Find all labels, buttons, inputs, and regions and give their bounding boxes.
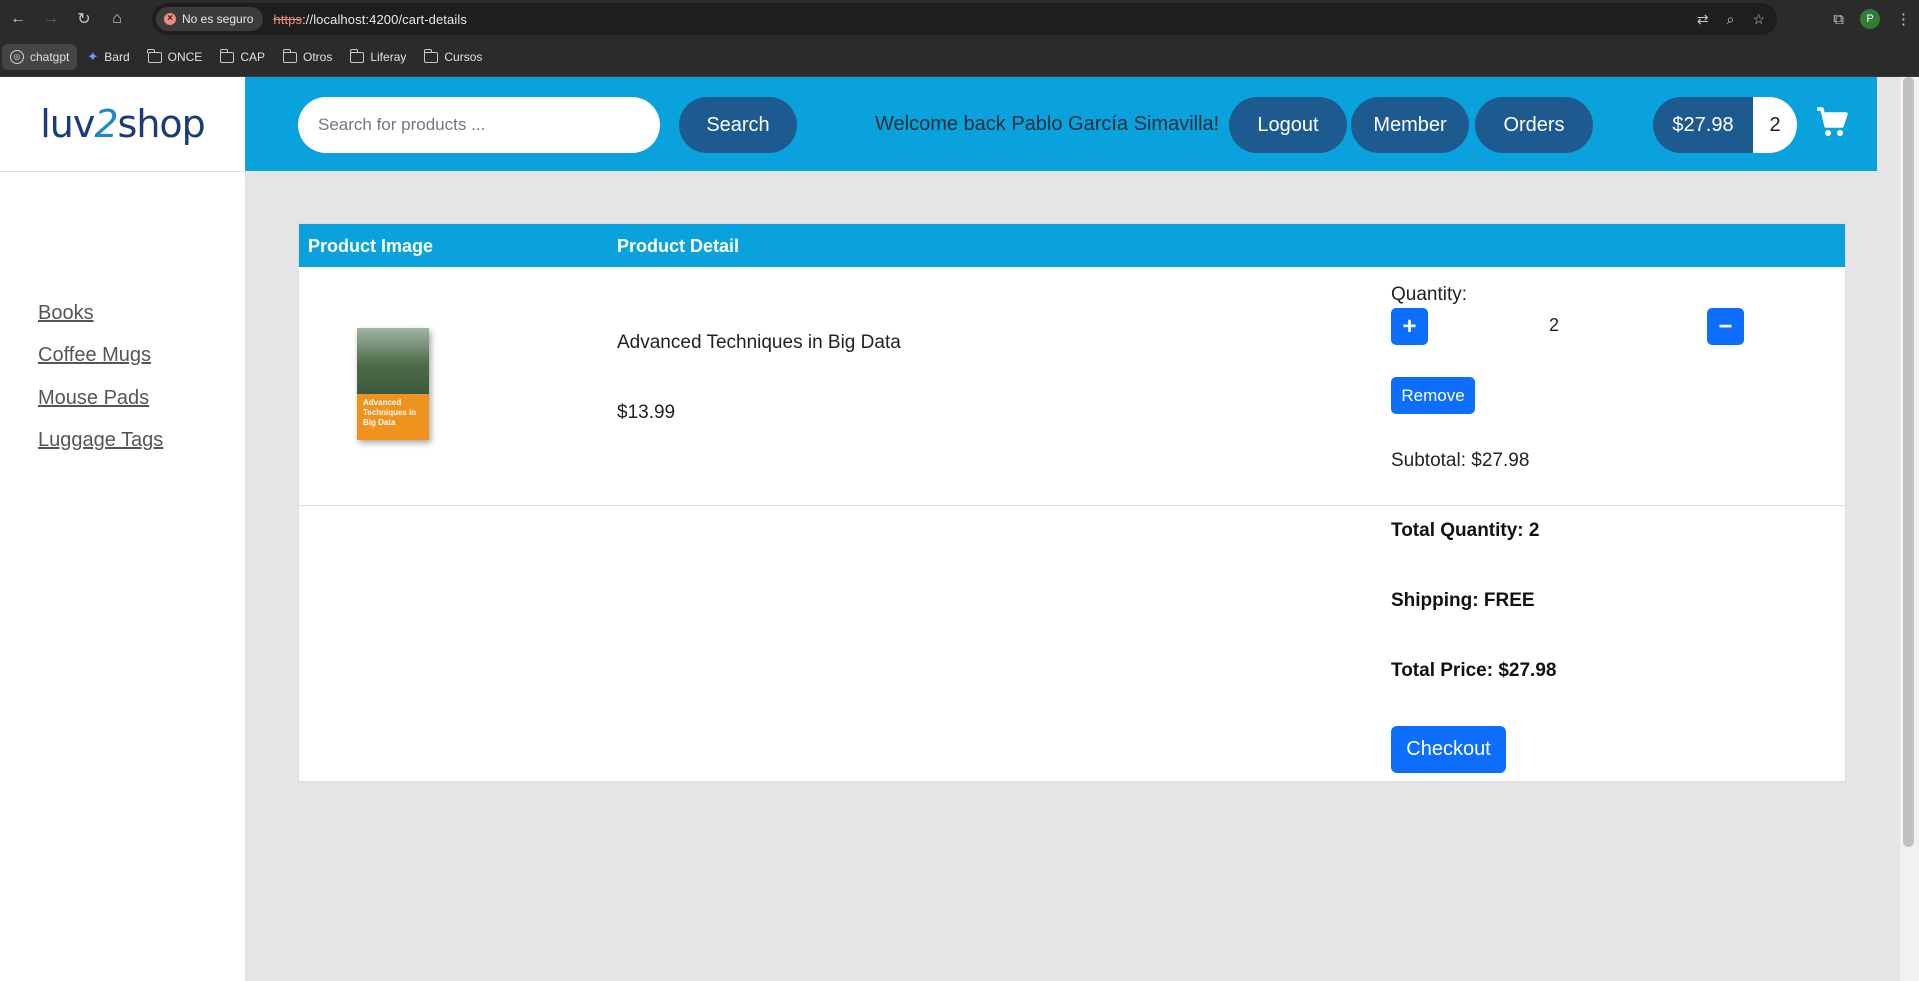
extensions-icon[interactable]: ⧉ (1833, 11, 1844, 28)
bookmark-cap[interactable]: CAP (212, 44, 273, 70)
security-chip[interactable]: × No es seguro (156, 7, 264, 31)
site-header: Search Welcome back Pablo García Simavil… (245, 77, 1877, 171)
product-name: Advanced Techniques in Big Data (617, 332, 901, 353)
total-price: Total Price: $27.98 (1391, 660, 1557, 681)
cart-total-price: $27.98 (1653, 97, 1753, 153)
bookmark-label: CAP (240, 50, 265, 64)
category-link-books[interactable]: Books (38, 302, 94, 325)
quantity-value: 2 (1549, 315, 1560, 335)
shopping-cart-icon[interactable] (1815, 105, 1849, 139)
orders-button[interactable]: Orders (1475, 97, 1593, 153)
category-sidebar: Books Coffee Mugs Mouse Pads Luggage Tag… (0, 172, 245, 981)
security-label: No es seguro (182, 12, 254, 26)
logo-part-1: luv (40, 102, 95, 146)
logo-part-2: 2 (94, 102, 118, 146)
home-icon[interactable]: ⌂ (102, 4, 132, 34)
checkout-button[interactable]: Checkout (1391, 726, 1506, 773)
sparkle-icon: ✦ (87, 49, 99, 64)
url-path: ://localhost:4200/cart-details (302, 11, 467, 27)
bookmark-label: Bard (104, 50, 130, 64)
reload-icon[interactable]: ↻ (69, 4, 99, 34)
column-header-detail: Product Detail (617, 236, 740, 256)
category-link-luggage-tags[interactable]: Luggage Tags (38, 429, 163, 452)
decrement-quantity-button[interactable]: − (1707, 308, 1744, 345)
product-image: Advanced Techniques in Big Data (357, 328, 429, 440)
back-arrow-icon[interactable]: ← (3, 4, 33, 34)
bookmark-bard[interactable]: ✦ Bard (79, 44, 137, 70)
member-button[interactable]: Member (1351, 97, 1469, 153)
forward-arrow-icon[interactable]: → (36, 4, 66, 34)
category-link-coffee-mugs[interactable]: Coffee Mugs (38, 344, 151, 367)
bookmark-once[interactable]: ONCE (140, 44, 211, 70)
profile-avatar[interactable]: P (1860, 9, 1880, 29)
logo-text: luv2shop (40, 102, 206, 146)
logo[interactable]: luv2shop (0, 77, 245, 172)
search-button[interactable]: Search (679, 97, 797, 153)
bookmarks-bar: ◎ chatgpt ✦ Bard ONCE CAP Otros Liferay Cu… (0, 38, 1919, 77)
chatgpt-icon: ◎ (10, 50, 24, 64)
bookmark-liferay[interactable]: Liferay (342, 44, 414, 70)
url-text: https://localhost:4200/cart-details (273, 12, 467, 27)
bookmark-cursos[interactable]: Cursos (416, 44, 490, 70)
bookmark-label: Cursos (444, 50, 483, 64)
shipping-info: Shipping: FREE (1391, 590, 1535, 611)
folder-icon (219, 48, 235, 63)
url-protocol: https (273, 11, 303, 27)
bookmark-label: ONCE (167, 50, 203, 64)
logo-part-3: shop (117, 102, 206, 146)
zoom-icon[interactable]: ⌕ (1727, 11, 1735, 28)
star-icon[interactable]: ☆ (1752, 11, 1765, 28)
bookmark-otros[interactable]: Otros (275, 44, 340, 70)
column-header-image: Product Image (308, 236, 434, 256)
menu-kebab-icon[interactable]: ⋮ (1896, 10, 1911, 28)
remove-item-button[interactable]: Remove (1391, 377, 1475, 414)
bookmark-chatgpt[interactable]: ◎ chatgpt (2, 44, 78, 70)
bookmark-label: Otros (303, 50, 333, 64)
increment-quantity-button[interactable]: + (1391, 308, 1428, 345)
item-subtotal: Subtotal: $27.98 (1391, 450, 1530, 471)
logout-button[interactable]: Logout (1229, 97, 1347, 153)
total-quantity: Total Quantity: 2 (1391, 520, 1540, 541)
book-cover-title: Advanced Techniques in Big Data (363, 398, 417, 427)
page-scrollbar[interactable] (1900, 77, 1919, 981)
browser-toolbar: ← → ↻ ⌂ × No es seguro https://localhost… (0, 0, 1919, 38)
not-secure-icon: × (164, 13, 176, 25)
address-bar[interactable]: × No es seguro https://localhost:4200/ca… (152, 3, 1777, 35)
book-cover-photo (357, 328, 429, 394)
product-price: $13.99 (617, 402, 676, 423)
folder-icon (349, 48, 365, 63)
scrollbar-thumb[interactable] (1903, 77, 1914, 847)
folder-icon (423, 48, 439, 63)
search-input[interactable] (298, 97, 660, 153)
bookmark-label: Liferay (370, 50, 407, 64)
folder-icon (282, 48, 297, 63)
quantity-label: Quantity: (1391, 284, 1468, 305)
welcome-message: Welcome back Pablo García Simavilla! (875, 113, 1220, 135)
cart-table: Product Image Product Detail (298, 223, 1846, 782)
bookmark-label: chatgpt (30, 50, 70, 64)
row-divider (298, 505, 1846, 506)
translate-icon[interactable]: ⇄ (1697, 11, 1709, 28)
cart-status[interactable]: $27.98 2 (1653, 97, 1797, 153)
cart-total-quantity: 2 (1753, 97, 1797, 153)
table-header: Product Image Product Detail (299, 224, 1845, 267)
folder-icon (147, 48, 162, 63)
category-link-mouse-pads[interactable]: Mouse Pads (38, 387, 149, 410)
